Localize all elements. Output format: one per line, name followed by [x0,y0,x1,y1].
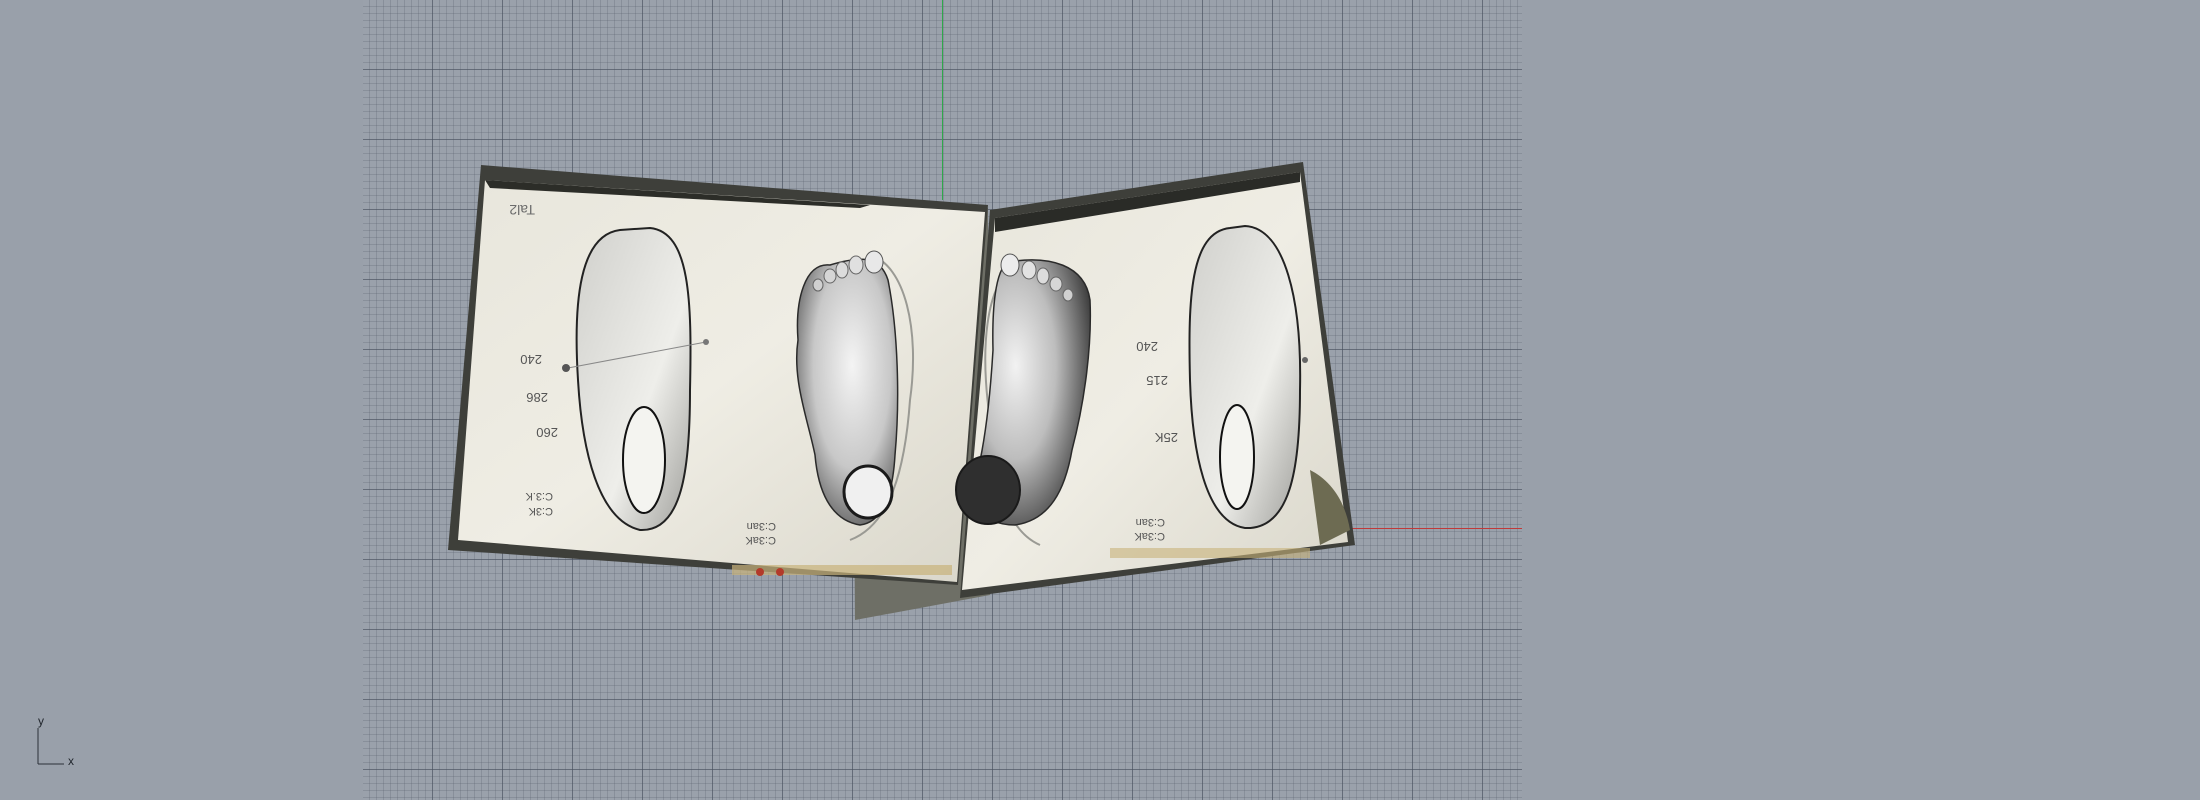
left-toe-5 [812,278,824,292]
paper-right-measure-3: 25K [1155,430,1178,445]
measure-point-right [703,339,709,345]
scene-objects[interactable]: Tal2 240 286 260 C:3.K C:3K C:3an C:3aK … [0,0,2200,800]
paper-left-lower-note-2: C:3aK [745,534,776,546]
axis-gizmo-y-label: y [38,714,44,728]
left-toe-3 [835,261,849,279]
floral-dot [756,568,764,576]
right-toe-2 [1021,260,1037,280]
left-big-toe [864,250,884,274]
axis-gizmo-x-label: x [68,754,74,768]
left-toe-2 [848,255,864,275]
viewport-3d[interactable]: Tal2 240 286 260 C:3.K C:3K C:3an C:3aK … [0,0,2200,800]
paper-left-floral-edge [732,565,952,575]
right-big-toe [1000,253,1020,277]
paper-left-measure-3: 260 [536,425,558,440]
heel-cup-left [622,406,666,514]
paper-right-measure-1: 240 [1136,339,1158,354]
paper-left-measure-4: C:3.K [525,490,553,502]
measure-point-left [562,364,570,372]
paper-left-measure-1: 240 [520,352,542,367]
left-toe-4 [823,268,837,284]
left-foot-ankle-cut [842,464,894,520]
paper-left-measure-2: 286 [526,390,548,405]
axis-gizmo: y x [30,714,90,770]
measure-point-right-paper [1302,357,1308,363]
heel-cup-right [1219,404,1255,510]
paper-sheet-left[interactable]: Tal2 240 286 260 C:3.K C:3K C:3an C:3aK [448,165,988,585]
floral-dot [776,568,784,576]
paper-right-measure-2: 215 [1146,373,1168,388]
right-toe-3 [1036,267,1050,285]
paper-right-lower-note-2: C:3aK [1134,530,1165,542]
right-toe-4 [1049,276,1063,292]
paper-left-lower-note-1: C:3an [747,520,776,532]
paper-right-floral-edge [1110,548,1310,558]
right-toe-5 [1062,288,1074,302]
paper-left-corner-note: Tal2 [509,202,535,218]
paper-left-surface [458,180,985,582]
right-foot-ankle-cut [955,455,1021,525]
paper-right-lower-note-1: C:3an [1136,516,1165,528]
paper-left-measure-5: C:3K [528,505,553,517]
